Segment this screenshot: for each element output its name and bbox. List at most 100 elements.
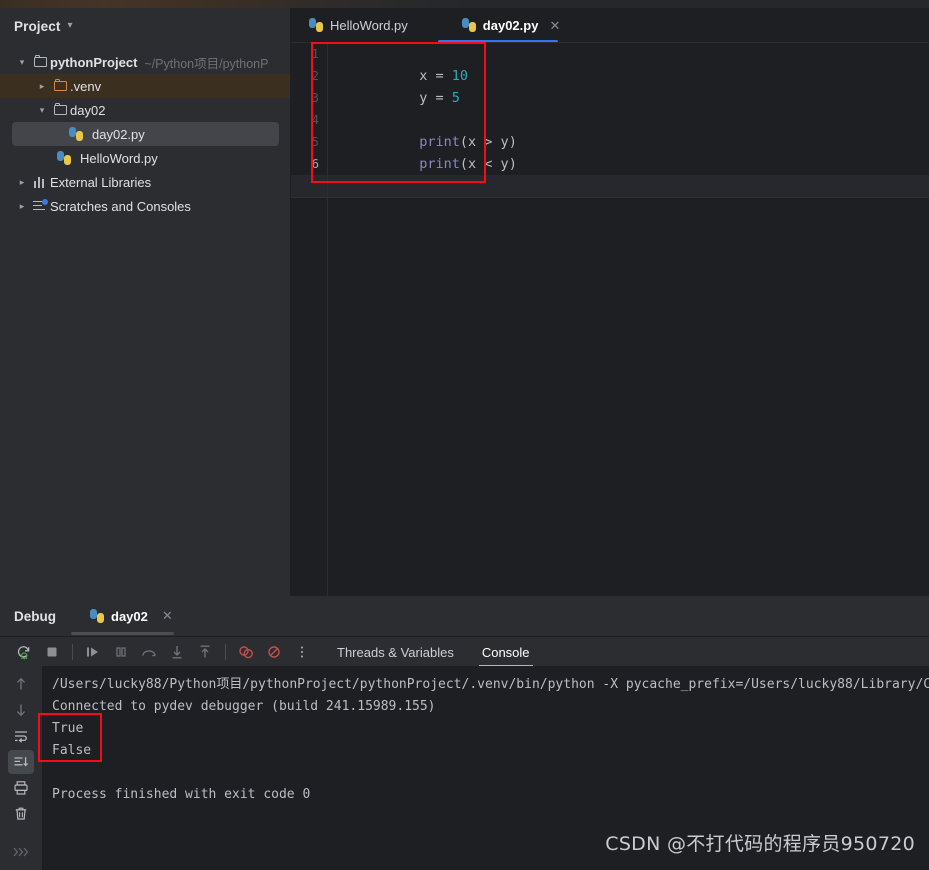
console-line: Process finished with exit code 0	[52, 787, 311, 802]
debug-session-indicator	[71, 632, 174, 635]
resume-icon[interactable]	[79, 639, 107, 665]
editor-area: HelloWord.py day02.py ✕ 1 2 3 4 5 6 x = …	[291, 8, 929, 596]
pycharm-window: Project ▾ pythonProject ~/Python项目/pytho…	[0, 0, 929, 870]
folder-icon	[30, 54, 50, 67]
close-icon[interactable]: ✕	[549, 19, 560, 32]
tree-item-venv[interactable]: .venv	[0, 74, 290, 98]
tree-item-label: pythonProject	[50, 54, 138, 70]
project-sidebar: Project ▾ pythonProject ~/Python项目/pytho…	[0, 8, 291, 596]
close-icon[interactable]: ✕	[162, 608, 173, 624]
chevron-down-icon[interactable]: ▾	[67, 21, 72, 31]
line-number: 1	[311, 46, 319, 61]
debug-session-tab[interactable]: day02 ✕	[90, 608, 173, 624]
view-breakpoints-icon[interactable]	[232, 639, 260, 665]
tree-item-label: day02	[70, 102, 106, 118]
tree-item-scratches-and-consoles[interactable]: Scratches and Consoles	[0, 194, 290, 218]
line-number: 5	[311, 134, 319, 149]
line-number-gutter[interactable]: 1 2 3 4 5 6	[291, 43, 327, 596]
scroll-up-icon[interactable]	[8, 672, 34, 696]
debug-subtabs: Threads & Variables Console	[334, 637, 533, 667]
project-panel-header[interactable]: Project ▾	[0, 8, 290, 44]
chevron-right-icon[interactable]	[14, 178, 30, 187]
python-file-icon	[309, 18, 323, 32]
python-file-icon	[66, 127, 86, 141]
pause-icon[interactable]	[107, 639, 135, 665]
console-side-toolbar	[0, 666, 42, 870]
folder-orange-icon	[50, 78, 70, 91]
toolbar-divider	[225, 644, 226, 660]
tab-console[interactable]: Console	[478, 637, 533, 667]
scratches-icon	[30, 199, 50, 212]
step-into-icon[interactable]	[163, 639, 191, 665]
more-options-icon[interactable]	[288, 639, 316, 665]
page-title: Project	[14, 18, 61, 34]
line-number: 3	[311, 90, 319, 105]
code-token-number: 10	[451, 68, 469, 84]
tree-item-label: HelloWord.py	[80, 150, 158, 166]
tree-item-label: External Libraries	[50, 174, 152, 190]
clear-all-icon[interactable]	[8, 802, 34, 826]
scroll-to-end-icon[interactable]	[8, 750, 34, 774]
code-line: x = 10	[338, 43, 929, 84]
debug-header: Debug day02 ✕	[0, 596, 929, 636]
code-editor[interactable]: 1 2 3 4 5 6 x = 10 y = 5 print(x > y) pr…	[291, 43, 929, 596]
debug-session-label: day02	[111, 608, 148, 624]
soft-wrap-icon[interactable]	[8, 724, 34, 748]
console-line: /Users/lucky88/Python项目/pythonProject/py…	[52, 677, 929, 692]
window-top-strip	[0, 0, 929, 8]
code-token-number: 5	[451, 90, 460, 106]
gutter-divider	[327, 43, 328, 596]
print-icon[interactable]	[8, 776, 34, 800]
chevron-down-icon[interactable]	[14, 58, 30, 67]
tree-item-label: Scratches and Consoles	[50, 198, 191, 214]
chevron-right-icon[interactable]	[34, 82, 50, 91]
scroll-down-icon[interactable]	[8, 698, 34, 722]
python-file-icon	[461, 18, 476, 32]
tree-item-path: ~/Python项目/pythonP	[144, 56, 269, 71]
line-number: 6	[311, 156, 319, 171]
top-strip-cool	[470, 0, 929, 8]
tree-item-external-libraries[interactable]: External Libraries	[0, 170, 290, 194]
code-line: print(x > y)	[338, 109, 929, 150]
tree-item-helloword-py[interactable]: HelloWord.py	[0, 146, 290, 170]
expand-more-icon[interactable]	[8, 840, 34, 864]
folder-icon	[50, 102, 70, 115]
toolbar-divider	[72, 644, 73, 660]
line-number: 2	[311, 68, 319, 83]
tab-threads-and-variables[interactable]: Threads & Variables	[334, 637, 457, 667]
step-over-icon[interactable]	[135, 639, 163, 665]
editor-tab-label: day02.py	[482, 17, 539, 33]
step-out-icon[interactable]	[191, 639, 219, 665]
editor-tab-label: HelloWord.py	[330, 17, 408, 33]
tree-item-label: .venv	[70, 78, 102, 94]
line-number: 4	[311, 112, 319, 127]
code-token: y =	[419, 90, 452, 106]
editor-tab-day02[interactable]: day02.py ✕	[452, 8, 571, 42]
chevron-right-icon[interactable]	[14, 202, 30, 211]
code-token-function: print	[419, 156, 460, 172]
rerun-icon[interactable]	[10, 639, 38, 665]
tree-item-pythonproject[interactable]: pythonProject ~/Python项目/pythonP	[0, 50, 290, 74]
debug-panel-title: Debug	[14, 608, 56, 624]
debug-toolbar: Threads & Variables Console	[0, 636, 929, 667]
tree-item-label: day02.py	[92, 126, 145, 142]
console-line: False	[52, 743, 92, 758]
project-tree: pythonProject ~/Python项目/pythonP .venv d…	[0, 50, 290, 218]
watermark: CSDN @不打代码的程序员950720	[605, 833, 915, 855]
console-line: True	[52, 721, 84, 736]
python-file-icon	[90, 609, 104, 623]
code-token: (x > y)	[459, 134, 517, 150]
mute-breakpoints-icon[interactable]	[260, 639, 288, 665]
python-file-icon	[54, 151, 74, 165]
code-token-function: print	[419, 134, 460, 150]
chevron-down-icon[interactable]	[34, 106, 50, 115]
code-token: x =	[419, 68, 452, 84]
code-lines: x = 10 y = 5 print(x > y) print(x < y)	[338, 43, 929, 175]
editor-tab-helloword[interactable]: HelloWord.py	[299, 8, 418, 42]
libraries-icon	[30, 176, 50, 188]
tree-item-day02-py[interactable]: day02.py	[12, 122, 279, 146]
stop-icon[interactable]	[38, 639, 66, 665]
code-token: (x < y)	[459, 156, 517, 172]
top-strip-warm	[0, 0, 470, 8]
tree-item-day02-folder[interactable]: day02	[0, 98, 290, 122]
